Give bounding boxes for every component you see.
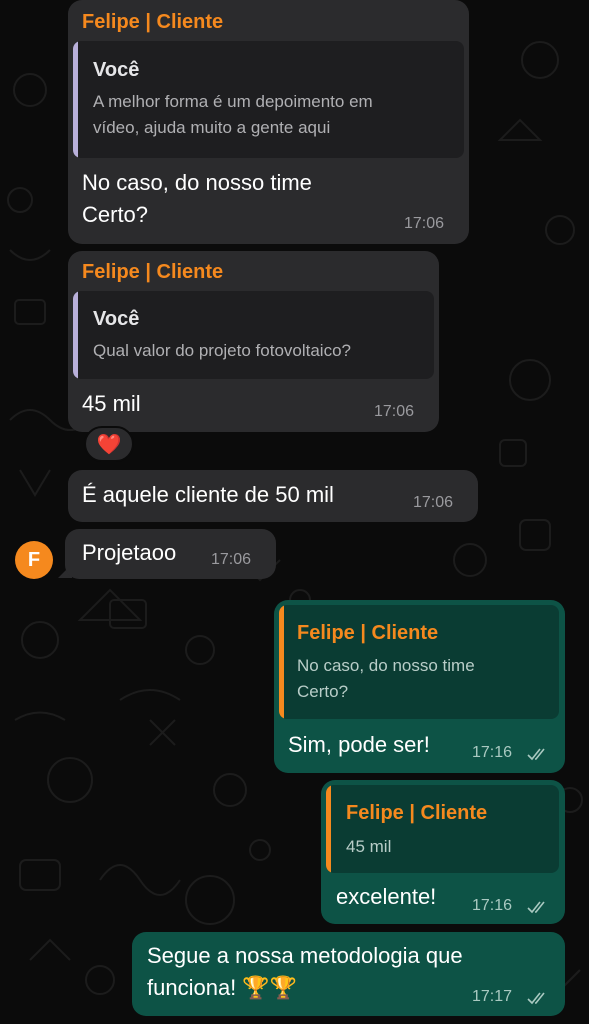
- quote-bar: [73, 41, 78, 158]
- message-text-line: 45 mil: [82, 391, 141, 416]
- message-bubble-incoming[interactable]: Felipe | Cliente Você A melhor forma é u…: [68, 0, 469, 244]
- message-text-line: Projetaoo: [82, 540, 177, 565]
- sender-name: Felipe | Cliente: [82, 261, 224, 283]
- quote-bar: [73, 291, 78, 379]
- message-timestamp: 17:16: [472, 897, 513, 914]
- quote-author: Felipe | Cliente: [346, 802, 488, 824]
- message-bubble-incoming[interactable]: É aquele cliente de 50 mil 17:06: [68, 470, 478, 522]
- quote-text-line: vídeo, ajuda muito a gente aqui: [93, 118, 331, 137]
- message-timestamp: 17:17: [472, 988, 513, 1005]
- quote-text-line: No caso, do nosso time: [297, 656, 475, 675]
- message-timestamp: 17:06: [413, 494, 454, 511]
- sender-avatar[interactable]: F: [15, 541, 53, 579]
- quote-bar: [326, 785, 331, 873]
- quote-text-line: 45 mil: [346, 837, 392, 856]
- quote-text-line: A melhor forma é um depoimento em: [93, 92, 373, 111]
- quoted-message[interactable]: Você Qual valor do projeto fotovoltaico?: [73, 291, 434, 379]
- quote-author: Felipe | Cliente: [297, 622, 439, 644]
- message-timestamp: 17:06: [404, 215, 445, 232]
- message-text-line: Segue a nossa metodologia que: [147, 943, 463, 968]
- sender-name: Felipe | Cliente: [82, 11, 224, 33]
- quote-text-line: Certo?: [297, 682, 349, 701]
- double-check-icon: [527, 901, 545, 914]
- quote-bar: [279, 605, 284, 719]
- quoted-message[interactable]: Você A melhor forma é um depoimento em v…: [73, 41, 464, 158]
- double-check-icon: [527, 992, 545, 1005]
- quote-author: Você: [93, 59, 140, 81]
- message-text-line: funciona! 🏆🏆: [147, 975, 298, 1000]
- heart-reaction-icon[interactable]: ❤️: [84, 426, 134, 462]
- message-text-line: É aquele cliente de 50 mil: [82, 482, 334, 507]
- double-check-icon: [527, 748, 545, 761]
- message-bubble-incoming[interactable]: Projetaoo 17:06: [65, 529, 276, 579]
- message-timestamp: 17:06: [374, 403, 415, 420]
- message-text-line: Sim, pode ser!: [288, 732, 430, 757]
- quoted-message[interactable]: Felipe | Cliente 45 mil: [326, 785, 559, 873]
- quote-text-line: Qual valor do projeto fotovoltaico?: [93, 341, 351, 360]
- message-timestamp: 17:06: [211, 551, 252, 568]
- message-bubble-outgoing[interactable]: Segue a nossa metodologia que funciona! …: [132, 932, 565, 1016]
- quoted-message[interactable]: Felipe | Cliente No caso, do nosso time …: [279, 605, 559, 719]
- message-bubble-outgoing[interactable]: Felipe | Cliente No caso, do nosso time …: [274, 600, 565, 773]
- message-text-line: excelente!: [336, 884, 437, 909]
- message-bubble-outgoing[interactable]: Felipe | Cliente 45 mil excelente! 17:16: [321, 780, 565, 924]
- message-bubble-incoming[interactable]: Felipe | Cliente Você Qual valor do proj…: [68, 251, 439, 432]
- message-timestamp: 17:16: [472, 744, 513, 761]
- message-text-line: No caso, do nosso time: [82, 170, 312, 195]
- quote-author: Você: [93, 308, 140, 330]
- message-text-line: Certo?: [82, 202, 149, 227]
